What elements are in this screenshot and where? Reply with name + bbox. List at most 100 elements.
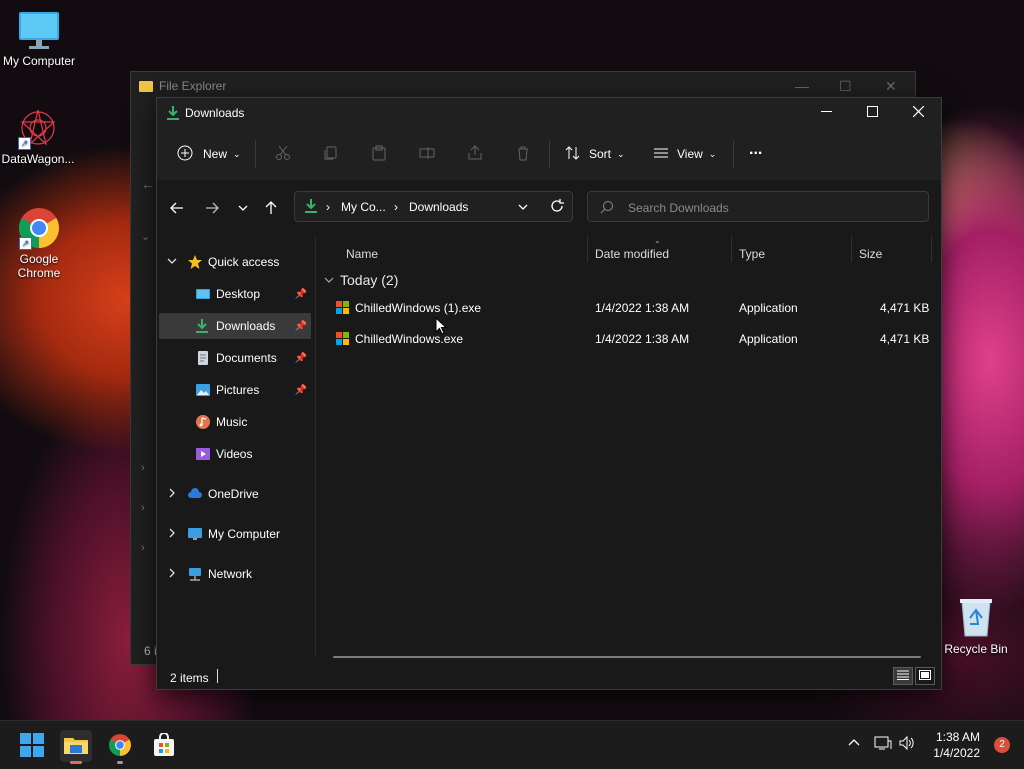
window-title: Downloads bbox=[185, 106, 245, 120]
desktop-icon-label: Recycle Bin bbox=[944, 642, 1008, 656]
volume-icon[interactable] bbox=[898, 735, 914, 754]
clock[interactable]: 1:38 AM 1/4/2022 bbox=[933, 729, 980, 761]
details-view-button[interactable] bbox=[893, 667, 913, 685]
column-header-label: Date modified bbox=[595, 247, 670, 261]
chevron-down-icon: ⌄ bbox=[233, 148, 241, 159]
sidebar-item-my-computer[interactable]: My Computer bbox=[159, 521, 311, 547]
bg-chevron-right-icon[interactable]: › bbox=[141, 542, 145, 554]
clock-date: 1/4/2022 bbox=[933, 746, 980, 760]
sidebar-item-documents[interactable]: Documents 📌 bbox=[159, 345, 311, 371]
clipboard-icon bbox=[371, 145, 387, 164]
desktop-icon-datawagon[interactable]: ↗ DataWagon... bbox=[0, 106, 76, 166]
show-hidden-icons-chevron-icon[interactable] bbox=[848, 736, 860, 750]
chevron-right-icon[interactable] bbox=[167, 568, 177, 581]
copy-button[interactable] bbox=[323, 140, 339, 168]
taskbar-microsoft-store[interactable] bbox=[148, 730, 180, 762]
address-history-chevron-icon[interactable] bbox=[517, 201, 529, 216]
command-bar: New ⌄ Sort ⌄ View ⌄ ... bbox=[157, 128, 941, 181]
navigation-bar: › My Co... › Downloads bbox=[157, 180, 941, 236]
shortcut-arrow-icon: ↗ bbox=[19, 237, 32, 250]
bg-maximize-icon[interactable]: ☐ bbox=[839, 78, 852, 95]
up-button[interactable] bbox=[260, 198, 282, 220]
column-header-name[interactable]: Name bbox=[346, 242, 378, 266]
sidebar-item-desktop[interactable]: Desktop 📌 bbox=[159, 281, 311, 307]
bg-chevron-down-icon[interactable]: ⌄ bbox=[141, 230, 150, 243]
sort-arrows-icon bbox=[565, 145, 581, 164]
rename-button[interactable] bbox=[419, 140, 435, 168]
pin-icon[interactable]: 📌 bbox=[295, 385, 307, 396]
recycle-bin-icon bbox=[956, 596, 996, 638]
chevron-right-icon[interactable] bbox=[167, 488, 177, 501]
new-button-label: New bbox=[203, 147, 228, 161]
windows-logo-icon bbox=[20, 732, 44, 760]
sidebar-item-music[interactable]: Music bbox=[159, 409, 311, 435]
bg-minimize-icon[interactable]: — bbox=[795, 78, 809, 94]
sidebar-item-onedrive[interactable]: OneDrive bbox=[159, 481, 311, 507]
back-button[interactable] bbox=[166, 198, 188, 220]
folder-icon bbox=[139, 80, 153, 92]
sidebar-item-videos[interactable]: Videos bbox=[159, 441, 311, 467]
sidebar-item-network[interactable]: Network bbox=[159, 561, 311, 587]
view-button[interactable]: View ⌄ bbox=[653, 140, 716, 168]
column-header-size[interactable]: Size bbox=[859, 242, 882, 266]
minimize-button[interactable] bbox=[803, 98, 849, 128]
chevron-right-icon[interactable] bbox=[167, 528, 177, 541]
search-box[interactable] bbox=[587, 191, 929, 222]
view-button-label: View bbox=[677, 147, 703, 161]
refresh-icon[interactable] bbox=[550, 199, 564, 216]
address-segment-my-computer[interactable]: My Co... bbox=[341, 200, 386, 214]
desktop-icon-my-computer[interactable]: My Computer bbox=[1, 10, 77, 68]
desktop-icon-google-chrome[interactable]: ↗ Google Chrome bbox=[1, 206, 77, 280]
delete-button[interactable] bbox=[515, 140, 531, 168]
file-row[interactable] bbox=[324, 393, 932, 421]
start-button[interactable] bbox=[16, 730, 48, 762]
address-bar[interactable]: › My Co... › Downloads bbox=[294, 191, 573, 222]
status-bar: 2 items bbox=[157, 663, 941, 689]
tiles-view-button[interactable] bbox=[915, 667, 935, 685]
file-row[interactable]: ChilledWindows.exe 1/4/2022 1:38 AM Appl… bbox=[324, 326, 932, 354]
running-indicator bbox=[117, 761, 123, 764]
pin-icon[interactable]: 📌 bbox=[295, 289, 307, 300]
bg-close-icon[interactable]: ✕ bbox=[885, 78, 897, 95]
recent-locations-button[interactable] bbox=[232, 198, 254, 220]
downloads-explorer-window[interactable]: Downloads New ⌄ Sort ⌄ View ⌄ ... › My C… bbox=[156, 97, 942, 690]
taskbar-google-chrome[interactable] bbox=[104, 730, 136, 764]
group-label: Today (2) bbox=[340, 272, 399, 288]
bg-chevron-right-icon[interactable]: › bbox=[141, 502, 145, 514]
cut-button[interactable] bbox=[275, 140, 291, 168]
group-header-today[interactable]: Today (2) bbox=[324, 272, 398, 288]
paste-button[interactable] bbox=[371, 140, 387, 168]
bg-chevron-right-icon[interactable]: › bbox=[141, 462, 145, 474]
network-status-icon[interactable] bbox=[874, 735, 892, 754]
sidebar-item-label: Quick access bbox=[208, 255, 280, 269]
search-icon bbox=[600, 200, 614, 217]
chevron-down-icon[interactable] bbox=[167, 256, 177, 269]
maximize-button[interactable] bbox=[849, 98, 895, 128]
file-type: Application bbox=[739, 301, 798, 315]
search-input[interactable] bbox=[626, 198, 920, 218]
column-header-type[interactable]: Type bbox=[739, 242, 765, 266]
pin-icon[interactable]: 📌 bbox=[295, 321, 307, 332]
column-header-date-modified[interactable]: Date modified bbox=[595, 242, 669, 266]
notification-badge[interactable]: 2 bbox=[994, 737, 1010, 753]
forward-arrow-icon bbox=[205, 201, 219, 218]
desktop-icon-recycle-bin[interactable]: Recycle Bin bbox=[940, 596, 1012, 656]
more-options-button[interactable]: ... bbox=[749, 140, 762, 168]
share-button[interactable] bbox=[467, 140, 483, 168]
sidebar-item-downloads[interactable]: Downloads 📌 bbox=[159, 313, 311, 339]
sidebar-item-quick-access[interactable]: Quick access bbox=[159, 249, 311, 275]
horizontal-scrollbar[interactable] bbox=[333, 656, 921, 658]
status-divider bbox=[217, 669, 218, 683]
sort-button[interactable]: Sort ⌄ bbox=[565, 140, 625, 168]
bg-back-icon[interactable]: ← bbox=[141, 176, 155, 192]
sort-indicator-icon: ⌄ bbox=[654, 236, 661, 245]
new-button[interactable]: New ⌄ bbox=[177, 140, 241, 168]
forward-button[interactable] bbox=[201, 198, 223, 220]
close-button[interactable] bbox=[895, 98, 941, 128]
pin-icon[interactable]: 📌 bbox=[295, 353, 307, 364]
address-segment-downloads[interactable]: Downloads bbox=[409, 200, 468, 214]
file-row[interactable]: ChilledWindows (1).exe 1/4/2022 1:38 AM … bbox=[324, 295, 932, 323]
titlebar[interactable]: Downloads bbox=[157, 98, 941, 128]
taskbar-file-explorer[interactable] bbox=[60, 730, 92, 764]
sidebar-item-pictures[interactable]: Pictures 📌 bbox=[159, 377, 311, 403]
